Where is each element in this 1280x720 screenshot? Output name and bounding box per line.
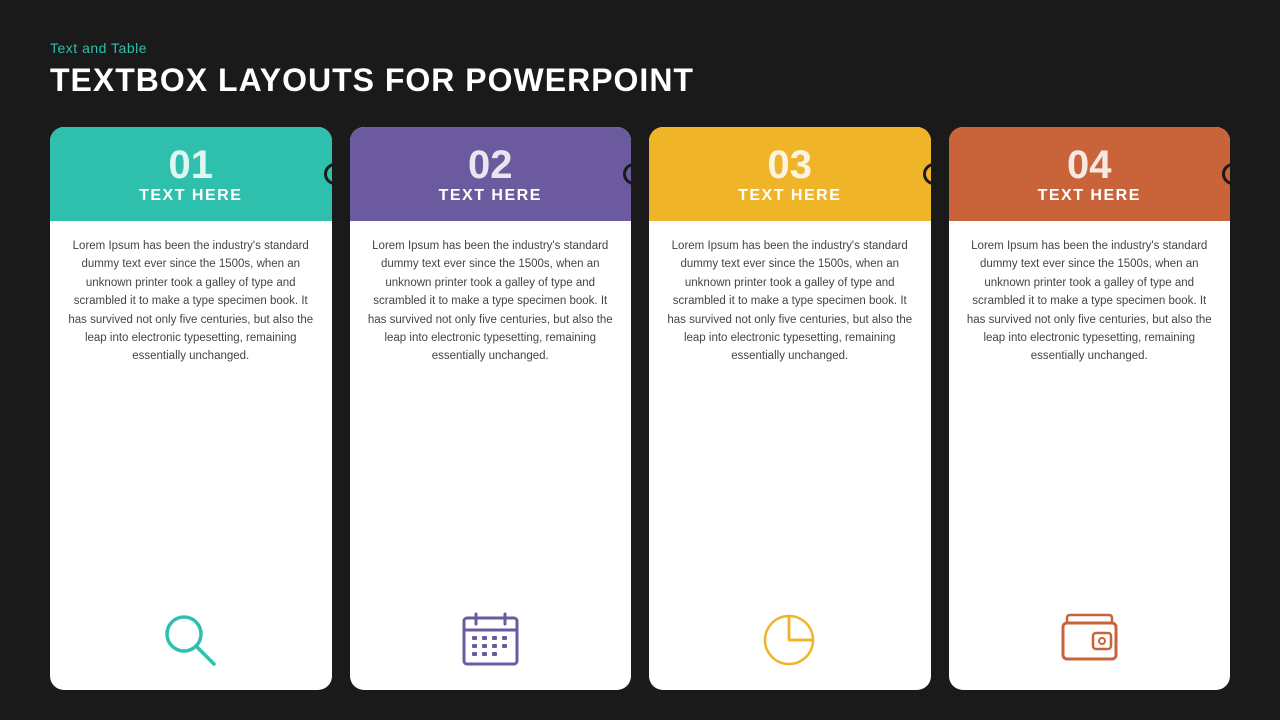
cards-row: 01 TEXT HERE Lorem Ipsum has been the in… [50,127,1230,690]
card-4-body: Lorem Ipsum has been the industry's stan… [949,221,1231,690]
card-3-header: 03 TEXT HERE [649,127,931,221]
card-3-dot [923,163,931,185]
card-1-text: Lorem Ipsum has been the industry's stan… [64,237,318,590]
card-3-label: TEXT HERE [738,187,841,205]
card-1-number: 01 [169,145,214,185]
card-3-text: Lorem Ipsum has been the industry's stan… [663,237,917,590]
card-2-body: Lorem Ipsum has been the industry's stan… [350,221,632,690]
card-3-body: Lorem Ipsum has been the industry's stan… [649,221,931,690]
card-2-number: 02 [468,145,513,185]
card-2-text: Lorem Ipsum has been the industry's stan… [364,237,618,590]
search-icon [158,600,223,680]
card-4-number: 04 [1067,145,1112,185]
slide: Text and Table TEXTBOX LAYOUTS FOR POWER… [0,0,1280,720]
card-1-label: TEXT HERE [139,187,242,205]
card-3: 03 TEXT HERE Lorem Ipsum has been the in… [649,127,931,690]
card-1-body: Lorem Ipsum has been the industry's stan… [50,221,332,690]
card-2-dot [623,163,631,185]
card-2: 02 TEXT HERE Lorem Ipsum has been the in… [350,127,632,690]
card-4-header: 04 TEXT HERE [949,127,1231,221]
card-4-text: Lorem Ipsum has been the industry's stan… [963,237,1217,590]
pie-chart-icon [757,600,822,680]
wallet-icon [1057,600,1122,680]
calendar-icon [458,600,523,680]
slide-subtitle: Text and Table [50,40,1230,56]
card-4-dot [1222,163,1230,185]
card-1-header: 01 TEXT HERE [50,127,332,221]
card-4: 04 TEXT HERE Lorem Ipsum has been the in… [949,127,1231,690]
card-1-dot [324,163,332,185]
slide-title: TEXTBOX LAYOUTS FOR POWERPOINT [50,62,1230,99]
card-3-number: 03 [768,145,813,185]
card-1: 01 TEXT HERE Lorem Ipsum has been the in… [50,127,332,690]
card-2-label: TEXT HERE [439,187,542,205]
card-4-label: TEXT HERE [1038,187,1141,205]
card-2-header: 02 TEXT HERE [350,127,632,221]
